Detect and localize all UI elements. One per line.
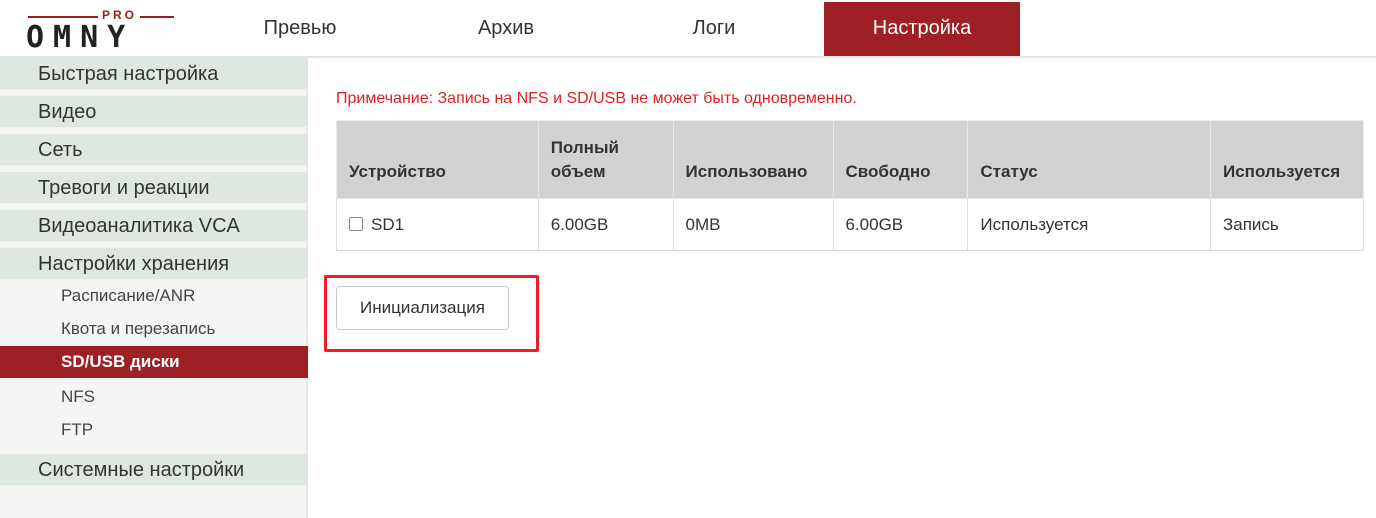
cell-status: Используется <box>967 198 1211 251</box>
sidebar-item-storage[interactable]: Настройки хранения <box>0 248 308 280</box>
top-header: PRO OMNY Превью Архив Логи Настройка <box>0 0 1376 58</box>
sidebar-item-network[interactable]: Сеть <box>0 134 308 166</box>
sidebar-sub-schedule-anr[interactable]: Расписание/ANR <box>0 280 308 312</box>
cell-device: SD1 <box>336 198 539 251</box>
tab-preview[interactable]: Превью <box>210 2 390 56</box>
sidebar-sub-nfs[interactable]: NFS <box>0 381 308 413</box>
header-usage: Используется <box>1210 120 1364 199</box>
initialize-button[interactable]: Инициализация <box>336 286 509 330</box>
logo-line-right <box>140 16 174 18</box>
header-total-line2: объем <box>550 162 606 181</box>
header-free: Свободно <box>832 120 969 199</box>
table-header-row: Устройство Полный объем Использовано Своб… <box>336 120 1364 199</box>
omny-logo: PRO OMNY <box>26 8 176 54</box>
device-name: SD1 <box>371 214 405 234</box>
sidebar-sub-quota[interactable]: Квота и перезапись <box>0 313 308 345</box>
sidebar-item-vca[interactable]: Видеоаналитика VCA <box>0 210 308 242</box>
tab-archive[interactable]: Архив <box>416 2 596 56</box>
disks-table: Устройство Полный объем Использовано Своб… <box>336 120 1364 251</box>
logo-word: OMNY <box>26 20 135 55</box>
cell-used: 0MB <box>672 198 834 251</box>
tab-settings[interactable]: Настройка <box>824 2 1020 56</box>
sidebar-item-system[interactable]: Системные настройки <box>0 454 308 486</box>
sidebar-sub-ftp[interactable]: FTP <box>0 414 308 446</box>
header-status: Статус <box>967 120 1211 199</box>
header-used: Использовано <box>672 120 834 199</box>
cell-usage: Запись <box>1210 198 1364 251</box>
sidebar-item-video[interactable]: Видео <box>0 96 308 128</box>
header-total: Полный объем <box>537 120 674 199</box>
header-device: Устройство <box>336 120 539 199</box>
storage-note: Примечание: Запись на NFS и SD/USB не мо… <box>336 90 857 107</box>
logo-line-left <box>28 16 98 18</box>
cell-total: 6.00GB <box>537 198 674 251</box>
sidebar-sub-sd-usb[interactable]: SD/USB диски <box>0 346 308 378</box>
settings-sidebar: Быстрая настройка Видео Сеть Тревоги и р… <box>0 58 308 518</box>
device-checkbox[interactable] <box>349 216 363 231</box>
table-row: SD1 6.00GB 0MB 6.00GB Используется Запис… <box>336 198 1364 251</box>
cell-free: 6.00GB <box>832 198 969 251</box>
sidebar-item-alarms[interactable]: Тревоги и реакции <box>0 172 308 204</box>
header-total-line1: Полный <box>550 138 619 157</box>
sidebar-item-quick-setup[interactable]: Быстрая настройка <box>0 58 308 90</box>
tab-logs[interactable]: Логи <box>624 2 804 56</box>
